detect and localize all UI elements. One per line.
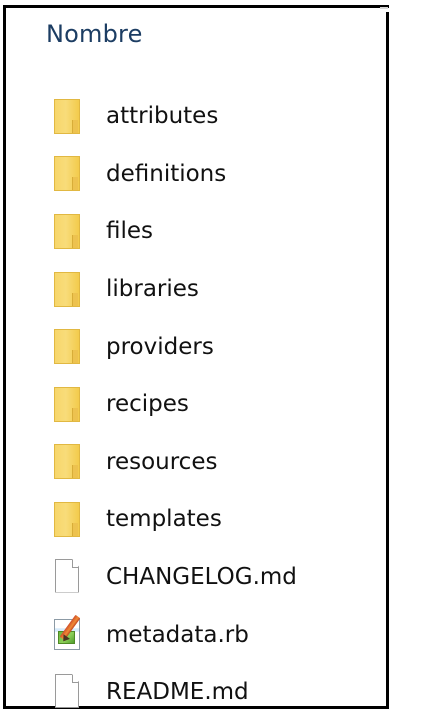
file-name: templates: [106, 506, 222, 533]
list-item-changelog[interactable]: CHANGELOG.md: [44, 549, 374, 607]
file-name: attributes: [106, 103, 219, 130]
name-column-header[interactable]: Nombre: [46, 20, 143, 48]
file-name: files: [106, 218, 154, 245]
corner-mark: [380, 7, 388, 9]
folder-icon: [44, 212, 88, 252]
file-name: README.md: [106, 679, 249, 706]
panel-border-right: [386, 12, 389, 709]
folder-icon: [44, 270, 88, 310]
list-item-libraries[interactable]: libraries: [44, 261, 374, 319]
file-name: resources: [106, 448, 218, 475]
file-name: providers: [106, 333, 214, 360]
list-item-recipes[interactable]: recipes: [44, 376, 374, 434]
file-name: definitions: [106, 160, 227, 187]
list-item-resources[interactable]: resources: [44, 434, 374, 492]
file-icon: [44, 673, 88, 713]
file-name: libraries: [106, 276, 199, 303]
file-name: recipes: [106, 391, 189, 418]
file-name: CHANGELOG.md: [106, 564, 297, 591]
folder-icon: [44, 154, 88, 194]
list-item-providers[interactable]: providers: [44, 318, 374, 376]
folder-icon: [44, 97, 88, 137]
list-item-definitions[interactable]: definitions: [44, 146, 374, 204]
list-item-metadata[interactable]: metadata.rb: [44, 606, 374, 664]
list-item-templates[interactable]: templates: [44, 491, 374, 549]
file-name: metadata.rb: [106, 621, 249, 648]
folder-icon: [44, 442, 88, 482]
folder-icon: [44, 385, 88, 425]
list-item-files[interactable]: files: [44, 203, 374, 261]
folder-icon: [44, 327, 88, 367]
folder-icon: [44, 500, 88, 540]
list-item-attributes[interactable]: attributes: [44, 88, 374, 146]
ruby-file-icon: [44, 614, 88, 655]
file-list: attributes definitions files libraries p…: [44, 88, 374, 722]
file-icon: [44, 558, 88, 598]
